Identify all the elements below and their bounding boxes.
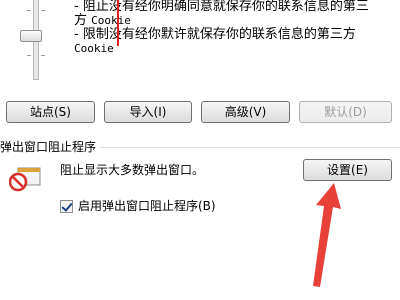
default-button[interactable]: 默认(D) xyxy=(299,101,392,123)
enable-popup-blocker-checkbox[interactable] xyxy=(60,199,73,213)
privacy-slider-thumb[interactable] xyxy=(20,30,42,42)
popup-settings-button[interactable]: 设置(E) xyxy=(303,159,392,181)
sites-button[interactable]: 站点(S) xyxy=(6,101,95,123)
advanced-button[interactable]: 高级(V) xyxy=(201,101,290,123)
policy-line: - 限制没有经你默许就保存你的联系信息的第三方 xyxy=(74,27,356,42)
popup-blocker-description: 阻止显示大多数弹出窗口。 xyxy=(60,163,205,177)
policy-line: 方 Cookie xyxy=(74,13,131,28)
policy-line: Cookie xyxy=(74,42,114,55)
slider-tick xyxy=(27,55,31,56)
slider-tick xyxy=(41,55,45,56)
import-button[interactable]: 导入(I) xyxy=(104,101,192,123)
popup-blocker-group-label: 弹出窗口阻止程序 xyxy=(0,140,101,154)
popup-blocker-icon xyxy=(8,167,43,195)
text-caret xyxy=(117,0,119,46)
slider-tick xyxy=(41,10,45,11)
policy-line: - 阻止没有经你明确同意就保存你的联系信息的第三 xyxy=(74,0,369,14)
enable-popup-blocker-checkbox-row[interactable]: 启用弹出窗口阻止程序(B) xyxy=(60,199,216,213)
privacy-policy-text: - 阻止没有经你明确同意就保存你的联系信息的第三 方 Cookie - 限制没有… xyxy=(74,0,390,56)
slider-tick xyxy=(27,10,31,11)
enable-popup-blocker-label: 启用弹出窗口阻止程序(B) xyxy=(78,199,216,213)
